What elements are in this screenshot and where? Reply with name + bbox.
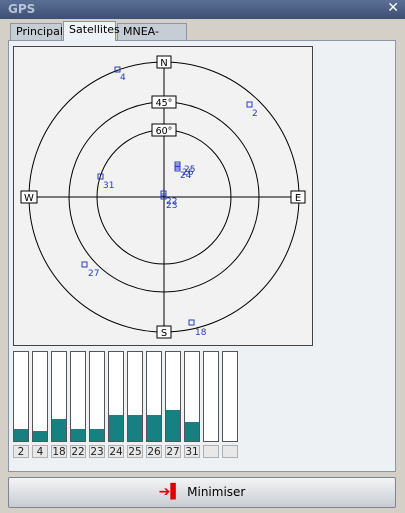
signal-bar-fill — [166, 409, 180, 441]
north-label: N — [160, 58, 167, 69]
signal-bar-label: 27 — [165, 445, 181, 458]
signal-bar-label — [203, 445, 219, 458]
window-title: GPS — [8, 2, 36, 16]
signal-bar-label: 4 — [32, 445, 48, 458]
satellite-label: 2 — [252, 109, 258, 119]
signal-bar-label — [222, 445, 238, 458]
signal-bar-fill — [14, 428, 28, 441]
signal-bar-label: 23 — [89, 445, 105, 458]
signal-bar — [184, 351, 200, 442]
signal-bar — [13, 351, 29, 442]
minimize-button[interactable]: ➔▌ Minimiser — [8, 477, 396, 508]
satellite-label: 31 — [103, 181, 114, 191]
south-label: S — [161, 328, 167, 339]
signal-bar-fill — [71, 428, 85, 441]
satellite-label: 27 — [88, 269, 99, 279]
satellite-label: 4 — [120, 73, 126, 83]
signal-bar-label: 18 — [51, 445, 67, 458]
tab-satellites[interactable]: Satellites — [63, 21, 120, 41]
signal-bar — [165, 351, 181, 442]
signal-bar — [108, 351, 124, 442]
close-icon[interactable]: ✕ — [387, 0, 399, 16]
signal-bar — [32, 351, 48, 442]
satellite-label: 23 — [166, 201, 177, 211]
signal-bar-fill — [90, 428, 104, 441]
signal-bar — [222, 351, 238, 442]
signal-bar — [203, 351, 219, 442]
signal-bar-fill — [128, 415, 142, 441]
signal-bar-label: 25 — [127, 445, 143, 458]
signal-bar-fill — [185, 422, 199, 441]
satellite-marker — [246, 101, 253, 108]
ring-60-label: 60° — [156, 126, 173, 137]
signal-bar-label: 22 — [70, 445, 86, 458]
gps-window: GPS ✕ Principal Satellites MNEA-0183 N S… — [0, 0, 405, 513]
signal-bar-fill — [52, 418, 66, 441]
minimize-button-label: Minimiser — [187, 485, 246, 499]
sat-4[interactable]: 4 — [114, 66, 126, 83]
signal-bar-label: 31 — [184, 445, 200, 458]
west-label: W — [24, 193, 34, 204]
signal-bar — [70, 351, 86, 442]
signal-bar — [127, 351, 143, 442]
signal-bar-fill — [147, 415, 161, 441]
satellite-marker — [81, 261, 88, 268]
satellite-label: 18 — [195, 328, 207, 338]
sky-plot: N S E W 45° 60° 4 2 31 26 24 22 23 27 18… — [13, 46, 313, 346]
signal-bar-label: 26 — [146, 445, 162, 458]
signal-bar-fill — [109, 415, 123, 441]
signal-bar — [146, 351, 162, 442]
tab-mnea-0183[interactable]: MNEA-0183 — [117, 23, 187, 54]
signal-bar — [51, 351, 67, 442]
satellite-marker — [188, 319, 195, 326]
ring-45-label: 45° — [156, 98, 173, 109]
tab-principal[interactable]: Principal — [10, 23, 63, 40]
east-label: E — [295, 193, 301, 204]
satellite-label: 25 — [184, 165, 195, 175]
signal-bar-label: 24 — [108, 445, 124, 458]
signal-bar — [89, 351, 105, 442]
signal-bar-label: 2 — [13, 445, 29, 458]
minimize-arrow-icon: ➔▌ — [158, 484, 182, 500]
signal-bar-fill — [33, 431, 47, 441]
sat-2[interactable]: 2 — [246, 101, 258, 119]
sky-plot-canvas: N S E W 45° 60° 4 2 31 26 24 22 23 27 18… — [20, 55, 306, 339]
title-bar: GPS ✕ — [0, 0, 405, 19]
